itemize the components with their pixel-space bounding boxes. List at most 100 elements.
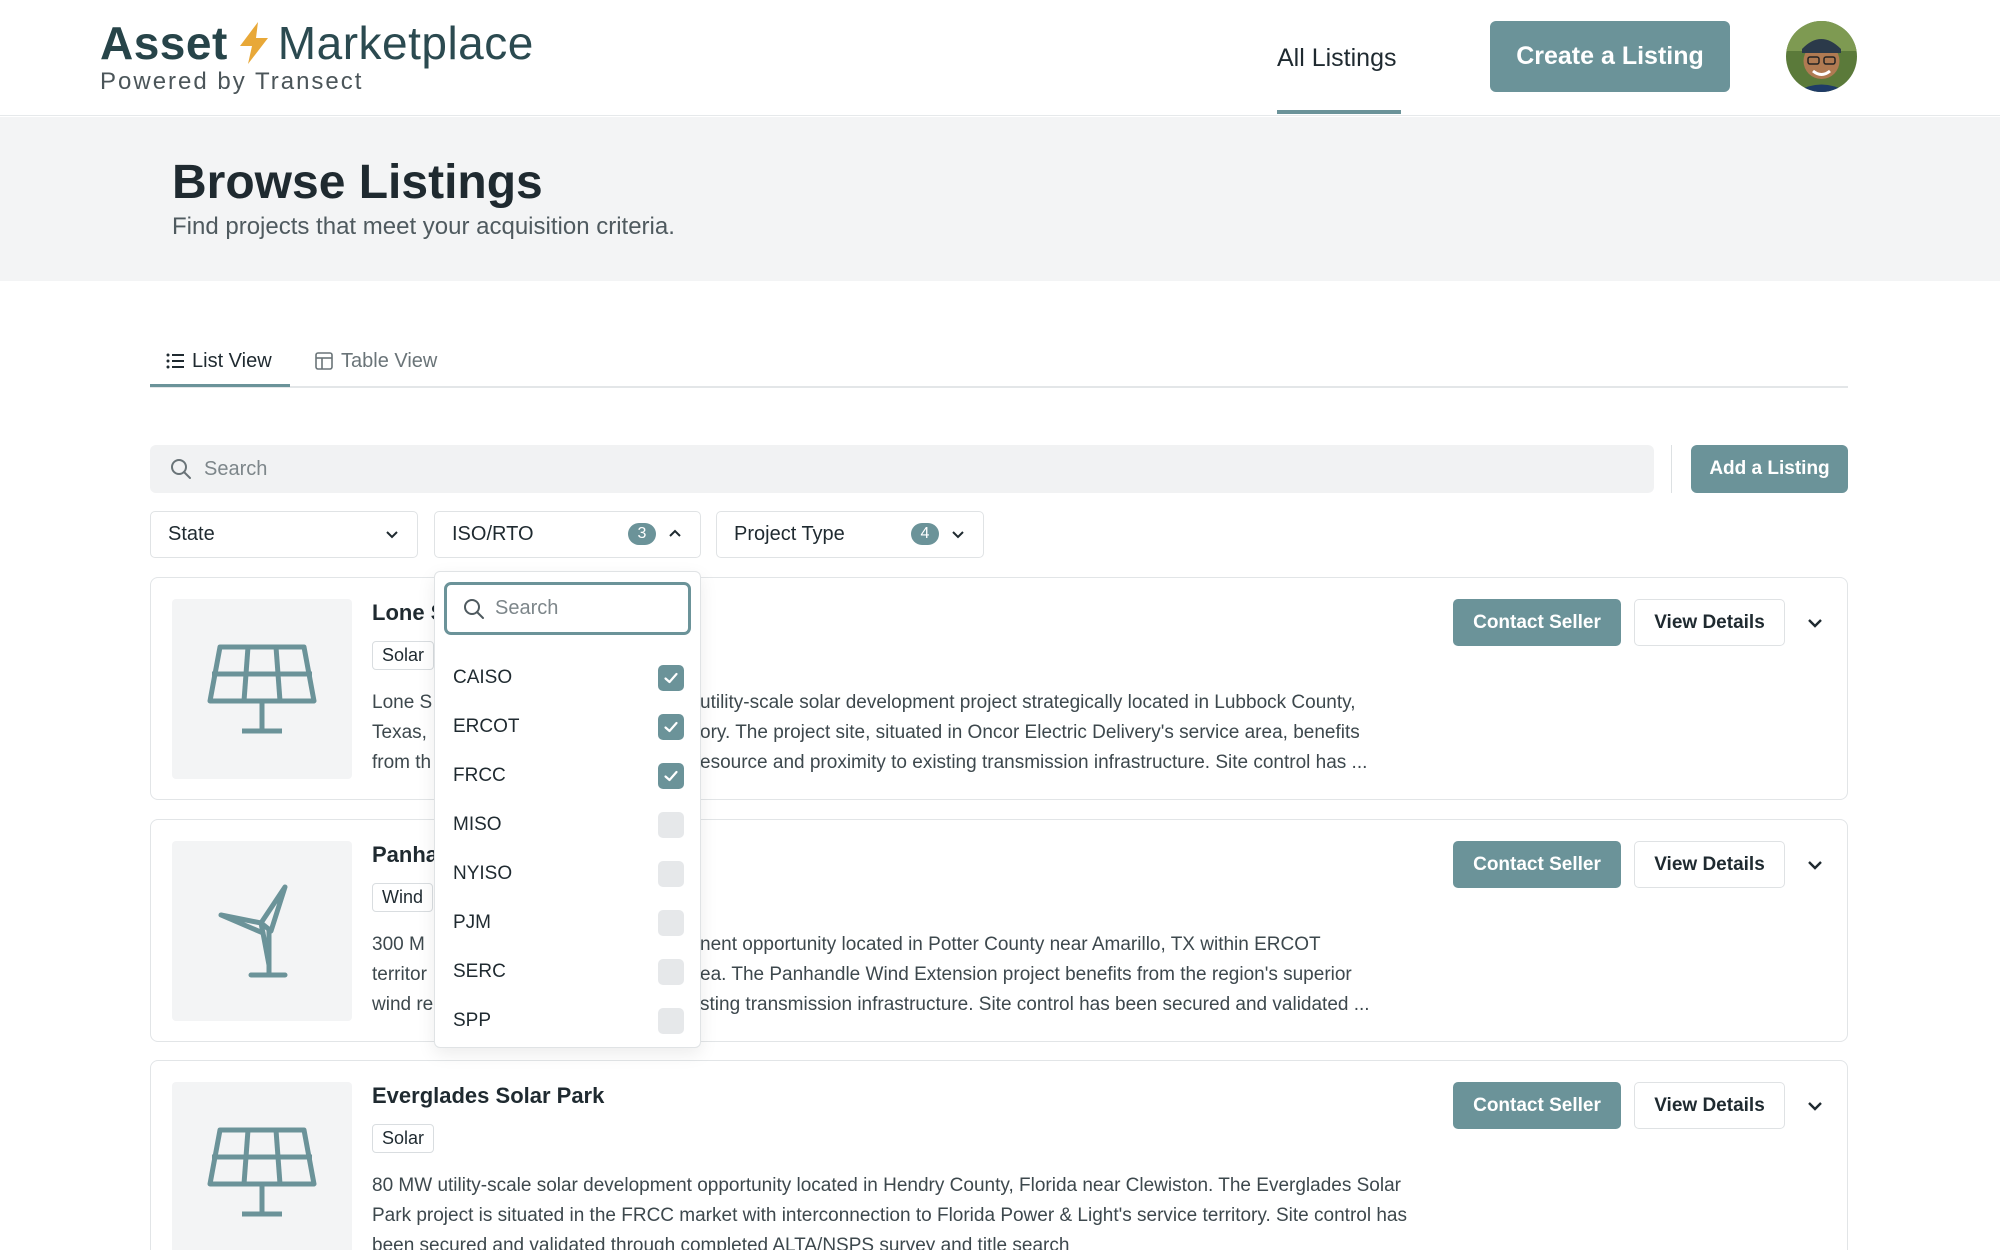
chevron-down-icon: [952, 531, 964, 539]
dropdown-option-label: FRCC: [453, 764, 506, 786]
chevron-down-icon[interactable]: [1806, 856, 1824, 874]
dropdown-option[interactable]: CAISO: [435, 653, 702, 702]
tab-list-view[interactable]: List View: [150, 334, 290, 388]
listing-type-tag: Solar: [372, 641, 435, 670]
desc-line: ory. The project site, situated in Oncor…: [700, 722, 1360, 743]
checkbox-unchecked[interactable]: [658, 1008, 684, 1034]
dropdown-option[interactable]: SERC: [435, 947, 702, 996]
listing-card[interactable]: Everglades Solar Park Solar 80 MW utilit…: [150, 1060, 1848, 1250]
listing-type-tag: Solar: [372, 1124, 435, 1153]
state-filter[interactable]: State: [150, 511, 418, 558]
project-type-filter[interactable]: Project Type 4: [716, 511, 984, 558]
desc-line: ea. The Panhandle Wind Extension project…: [700, 964, 1352, 985]
listing-title[interactable]: Panha: [372, 842, 438, 868]
desc-line: territor: [372, 964, 427, 985]
checkbox-checked[interactable]: [658, 665, 684, 691]
solar-panel-icon: [172, 599, 352, 779]
logo[interactable]: Asset Marketplace Powered by Transect: [100, 16, 534, 96]
iso-rto-filter-label: ISO/RTO: [452, 523, 534, 545]
dropdown-option[interactable]: SPP: [435, 996, 702, 1045]
iso-rto-count-badge: 3: [628, 523, 656, 545]
desc-line: sting transmission infrastructure. Site …: [700, 994, 1370, 1015]
tab-table-view-label: Table View: [341, 349, 438, 372]
checkbox-unchecked[interactable]: [658, 910, 684, 936]
desc-line: utility-scale solar development project …: [700, 692, 1356, 713]
desc-line: nent opportunity located in Potter Count…: [700, 934, 1321, 955]
create-listing-button[interactable]: Create a Listing: [1490, 21, 1730, 92]
checkbox-unchecked[interactable]: [658, 861, 684, 887]
dropdown-search-input[interactable]: Search: [444, 582, 691, 635]
listing-description: 80 MW utility-scale solar development op…: [372, 1175, 1407, 1250]
listing-card[interactable]: Panha Wind 300 M territor wind re nent o…: [150, 819, 1848, 1042]
search-placeholder: Search: [204, 457, 268, 480]
description-right-fragment: nent opportunity located in Potter Count…: [700, 930, 1370, 1020]
listing-card[interactable]: Lone S Solar Lone S Texas, from th utili…: [150, 577, 1848, 800]
desc-line: from th: [372, 752, 432, 773]
checkbox-checked[interactable]: [658, 763, 684, 789]
dropdown-option-label: SERC: [453, 960, 506, 982]
view-details-button[interactable]: View Details: [1634, 841, 1785, 888]
table-icon: [315, 352, 333, 370]
checkmark-icon: [664, 721, 678, 733]
iso-rto-dropdown: Search CAISO ERCOT FRCC MISO NYISO PJM SERC SPP: [434, 571, 701, 1048]
desc-line: 300 M: [372, 934, 425, 955]
chevron-up-icon: [669, 529, 681, 537]
state-filter-label: State: [168, 523, 215, 545]
checkmark-icon: [664, 770, 678, 782]
dropdown-option[interactable]: NYISO: [435, 849, 702, 898]
checkbox-unchecked[interactable]: [658, 812, 684, 838]
page-subtitle: Find projects that meet your acquisition…: [172, 213, 675, 240]
desc-line: Lone S: [372, 692, 433, 713]
list-icon: [166, 353, 184, 369]
contact-seller-button[interactable]: Contact Seller: [1453, 841, 1621, 888]
dropdown-option[interactable]: ERCOT: [435, 702, 702, 751]
dropdown-option-label: MISO: [453, 813, 502, 835]
checkbox-checked[interactable]: [658, 714, 684, 740]
listing-title[interactable]: Everglades Solar Park: [372, 1083, 604, 1109]
contact-seller-button[interactable]: Contact Seller: [1453, 599, 1621, 646]
desc-line: Texas,: [372, 722, 427, 743]
listing-type-tag: Wind: [372, 883, 434, 912]
view-tabs: List View Table View: [150, 334, 1848, 388]
nav-active-indicator: [1277, 110, 1401, 114]
nav-all-listings[interactable]: All Listings: [1277, 0, 1397, 116]
tab-table-view[interactable]: Table View: [315, 334, 437, 388]
logo-asset-text: Asset: [100, 17, 228, 69]
dropdown-option[interactable]: FRCC: [435, 751, 702, 800]
checkbox-unchecked[interactable]: [658, 959, 684, 985]
contact-seller-button[interactable]: Contact Seller: [1453, 1082, 1621, 1129]
project-type-count-badge: 4: [911, 523, 939, 545]
wind-turbine-icon: [172, 841, 352, 1021]
search-icon: [464, 598, 484, 619]
divider: [1671, 445, 1672, 493]
description-left-fragment: Lone S Texas, from th: [372, 688, 432, 778]
dropdown-option[interactable]: MISO: [435, 800, 702, 849]
tab-list-view-label: List View: [192, 349, 272, 372]
dropdown-search-placeholder: Search: [495, 597, 559, 619]
view-details-button[interactable]: View Details: [1634, 1082, 1785, 1129]
solar-panel-icon: [172, 1082, 352, 1250]
page-title: Browse Listings: [172, 156, 543, 209]
chevron-down-icon: [386, 531, 398, 539]
dropdown-option-label: NYISO: [453, 862, 513, 884]
description-right-fragment: utility-scale solar development project …: [700, 688, 1367, 778]
view-details-button[interactable]: View Details: [1634, 599, 1785, 646]
chevron-down-icon[interactable]: [1806, 614, 1824, 632]
description-left-fragment: 300 M territor wind re: [372, 930, 433, 1020]
logo-subtitle: Powered by Transect: [100, 68, 364, 95]
checkmark-icon: [664, 672, 678, 684]
chevron-down-icon[interactable]: [1806, 1097, 1824, 1115]
search-icon: [171, 459, 191, 479]
dropdown-option[interactable]: PJM: [435, 898, 702, 947]
dropdown-option-label: ERCOT: [453, 715, 520, 737]
logo-marketplace-text: Marketplace: [277, 17, 534, 69]
avatar[interactable]: [1786, 21, 1857, 92]
top-navbar: Asset Marketplace Powered by Transect Al…: [0, 0, 2000, 116]
desc-line: esource and proximity to existing transm…: [700, 752, 1368, 773]
search-input[interactable]: Search: [150, 445, 1654, 493]
dropdown-option-label: SPP: [453, 1009, 492, 1031]
tab-active-indicator: [150, 384, 290, 387]
dropdown-option-label: CAISO: [453, 666, 513, 688]
iso-rto-filter[interactable]: ISO/RTO 3: [434, 511, 701, 558]
add-listing-button[interactable]: Add a Listing: [1691, 445, 1848, 493]
